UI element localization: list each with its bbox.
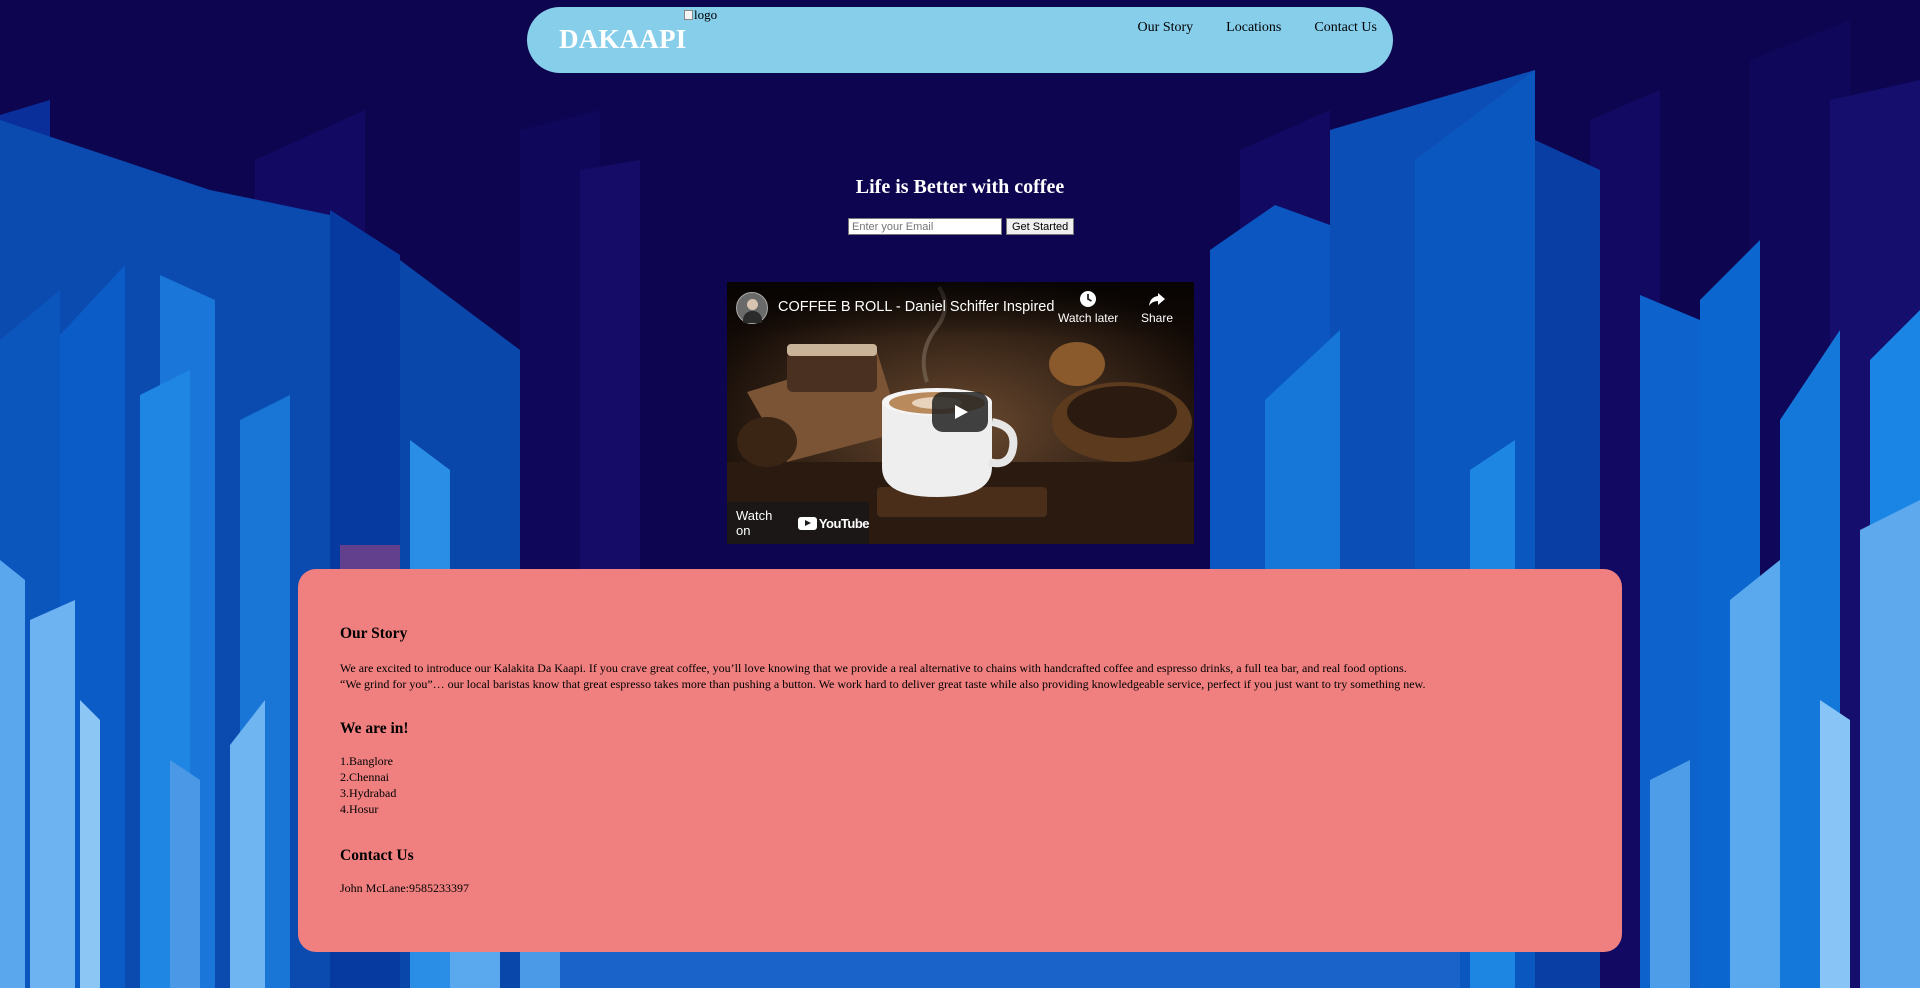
share-icon <box>1149 293 1166 306</box>
our-story-heading: Our Story <box>340 625 408 642</box>
top-navbar: DAKAAPI logo Our Story Locations Contact… <box>527 7 1393 73</box>
our-story-line-1: We are excited to introduce our Kalakita… <box>340 661 1407 675</box>
location-item: 2.Chennai <box>340 770 389 784</box>
watch-later-label: Watch later <box>1058 311 1119 325</box>
get-started-button[interactable]: Get Started <box>1006 218 1075 235</box>
our-story-line-2: “We grind for you”… our local baristas k… <box>340 677 1426 691</box>
location-item: 3.Hydrabad <box>340 786 397 800</box>
email-signup-form: Get Started <box>848 218 1075 235</box>
video-title[interactable]: COFFEE B ROLL - Daniel Schiffer Inspired <box>778 299 1054 315</box>
nav-link-locations[interactable]: Locations <box>1226 20 1281 36</box>
nav-link-contact-us[interactable]: Contact Us <box>1314 20 1377 36</box>
our-story-text: We are excited to introduce our Kalakita… <box>340 660 1590 692</box>
nav-link-our-story[interactable]: Our Story <box>1138 20 1194 36</box>
contact-heading: Contact Us <box>340 847 414 864</box>
watch-on-youtube-button[interactable]: Watch on YouTube <box>727 502 870 544</box>
youtube-logo-text: YouTube <box>818 515 870 531</box>
logo-alt-text: logo <box>694 7 718 22</box>
locations-list: 1.Banglore 2.Chennai 3.Hydrabad 4.Hosur <box>340 753 396 817</box>
nav-links: Our Story Locations Contact Us <box>1138 20 1377 36</box>
location-item: 1.Banglore <box>340 754 393 768</box>
contact-entry: John McLane:9585233397 <box>340 881 469 895</box>
youtube-video-embed[interactable]: COFFEE B ROLL - Daniel Schiffer Inspired… <box>727 282 1194 544</box>
broken-image-icon <box>684 10 693 20</box>
watch-later-button[interactable]: Watch later <box>1058 290 1118 325</box>
logo-image: logo <box>684 7 717 23</box>
share-label: Share <box>1141 311 1174 325</box>
info-panel: Our Story We are excited to introduce ou… <box>298 569 1622 952</box>
clock-icon <box>1080 291 1097 307</box>
watch-on-label: Watch on <box>736 508 773 538</box>
email-input[interactable] <box>848 218 1002 235</box>
location-item: 4.Hosur <box>340 802 379 816</box>
channel-avatar[interactable] <box>736 292 768 324</box>
share-button[interactable]: Share <box>1141 290 1173 325</box>
play-icon[interactable] <box>932 392 988 432</box>
hero-title: Life is Better with coffee <box>855 176 1065 198</box>
brand-name: DAKAAPI <box>559 24 687 54</box>
locations-heading: We are in! <box>340 720 409 737</box>
youtube-logo-icon: YouTube <box>797 515 870 531</box>
